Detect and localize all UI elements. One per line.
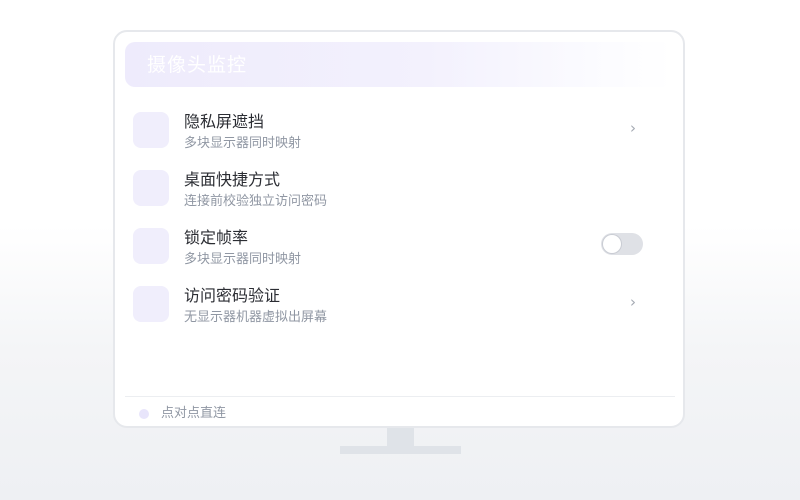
setting-row-access-password[interactable]: 访问密码验证 无显示器机器虚拟出屏幕 › <box>133 286 663 344</box>
chevron-right-icon[interactable]: › <box>626 120 640 136</box>
monitor-stand-base <box>340 446 461 454</box>
setting-row-lock-framerate: 锁定帧率 多块显示器同时映射 <box>133 228 663 286</box>
setting-icon-tile <box>133 228 169 264</box>
app-header: 摄像头监控 <box>125 42 673 87</box>
setting-subtitle: 多块显示器同时映射 <box>184 252 302 267</box>
setting-icon-tile <box>133 112 169 148</box>
setting-title: 隐私屏遮挡 <box>184 112 265 131</box>
setting-subtitle: 无显示器机器虚拟出屏幕 <box>184 310 328 325</box>
toggle-knob <box>603 235 621 253</box>
setting-title: 桌面快捷方式 <box>184 170 281 189</box>
settings-list: 隐私屏遮挡 多块显示器同时映射 › 桌面快捷方式 连接前校验独立访问密码 锁定帧… <box>133 112 663 344</box>
lock-framerate-toggle[interactable] <box>601 233 643 255</box>
setting-subtitle: 多块显示器同时映射 <box>184 136 302 151</box>
monitor-frame: 摄像头监控 隐私屏遮挡 多块显示器同时映射 › 桌面快捷方式 连接前校验独立访问… <box>113 30 685 428</box>
setting-row-privacy-screen[interactable]: 隐私屏遮挡 多块显示器同时映射 › <box>133 112 663 170</box>
page-title: 摄像头监控 <box>147 54 248 76</box>
chevron-right-icon[interactable]: › <box>626 294 640 310</box>
setting-title: 访问密码验证 <box>184 286 281 305</box>
status-dot-icon <box>139 409 149 419</box>
setting-icon-tile <box>133 170 169 206</box>
setting-icon-tile <box>133 286 169 322</box>
setting-subtitle: 连接前校验独立访问密码 <box>184 194 328 209</box>
footer-divider <box>125 396 675 397</box>
monitor-stand-neck <box>387 428 414 447</box>
status-label: 点对点直连 <box>161 406 227 421</box>
setting-row-desktop-shortcut[interactable]: 桌面快捷方式 连接前校验独立访问密码 <box>133 170 663 228</box>
setting-title: 锁定帧率 <box>184 228 249 247</box>
